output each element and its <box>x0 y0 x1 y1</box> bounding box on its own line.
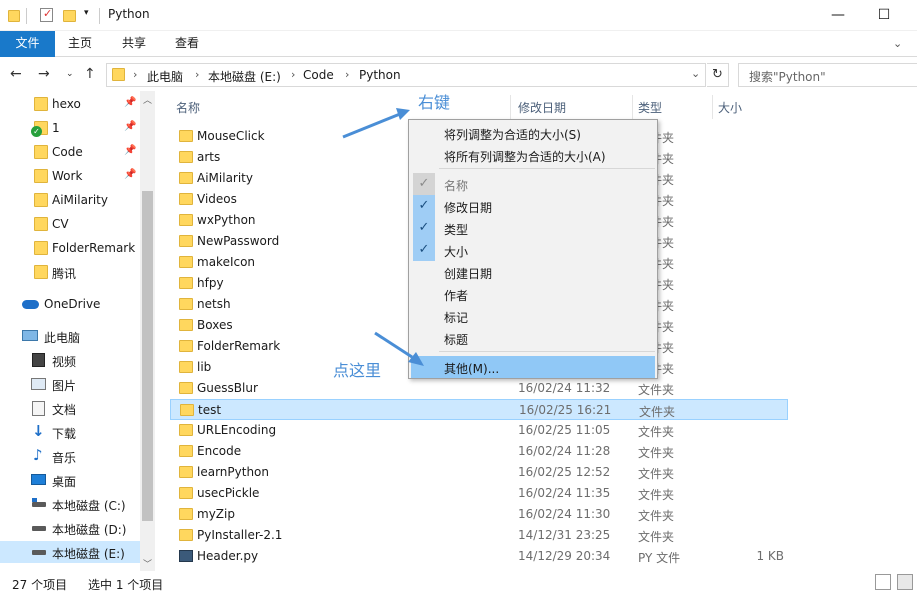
arrow-head-icon <box>396 108 410 120</box>
arrow-to-header <box>342 112 401 139</box>
arrow-to-menu-item <box>374 331 413 359</box>
annotation-arrows <box>342 108 424 366</box>
arrow-head-icon <box>408 352 424 366</box>
